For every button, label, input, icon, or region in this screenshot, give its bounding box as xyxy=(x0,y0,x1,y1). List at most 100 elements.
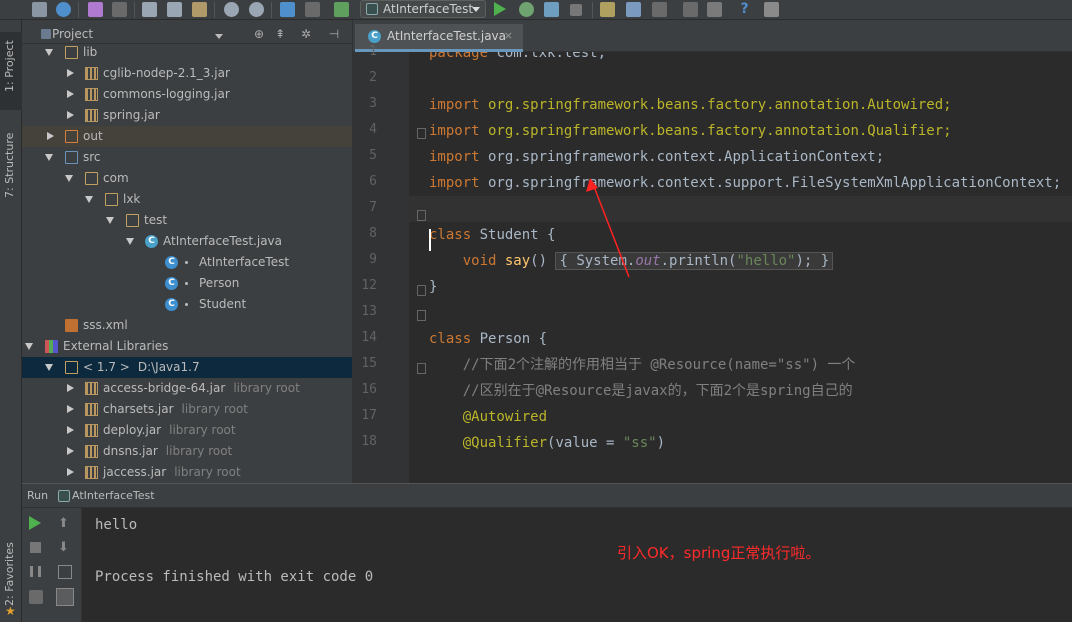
collapsed-icon[interactable] xyxy=(67,468,74,476)
tree-row-jdk[interactable]: < 1.7 > D:\Java1.7 xyxy=(22,357,352,378)
expanded-icon[interactable] xyxy=(106,217,114,224)
paste-icon[interactable] xyxy=(192,2,207,17)
expanded-icon[interactable] xyxy=(25,343,33,350)
fold-marker-icon[interactable] xyxy=(417,310,426,321)
tree-row-jar[interactable]: spring.jar xyxy=(22,105,352,126)
code-text: com.lxk.test; xyxy=(488,52,607,61)
stop-icon[interactable] xyxy=(570,4,582,16)
tree-row-class[interactable]: C AtInterfaceTest xyxy=(22,252,352,273)
code-line: } xyxy=(429,274,437,300)
soft-wrap-icon[interactable] xyxy=(58,565,72,579)
collapse-icon[interactable]: ⇞ xyxy=(274,28,286,40)
expanded-icon[interactable] xyxy=(126,238,134,245)
tree-row-class[interactable]: C Person xyxy=(22,273,352,294)
expanded-icon[interactable] xyxy=(65,175,73,182)
fold-marker-icon[interactable] xyxy=(417,363,426,374)
tree-row-library-jar[interactable]: jaccess.jar library root xyxy=(22,462,352,483)
fold-marker-icon[interactable] xyxy=(417,210,426,221)
expanded-icon[interactable] xyxy=(45,154,53,161)
locate-icon[interactable]: ⊕ xyxy=(253,28,265,40)
gear-icon[interactable]: ✲ xyxy=(300,28,312,40)
rerun-icon[interactable] xyxy=(29,516,41,530)
tree-row-library-jar[interactable]: dnsns.jar library root xyxy=(22,441,352,462)
tree-row-jar[interactable]: cglib-nodep-2.1_3.jar xyxy=(22,63,352,84)
settings-icon[interactable] xyxy=(600,2,615,17)
sync-icon[interactable] xyxy=(56,2,71,17)
lock-icon[interactable] xyxy=(683,2,698,17)
tree-row-src[interactable]: src xyxy=(22,147,352,168)
tree-row-package[interactable]: com xyxy=(22,168,352,189)
tree-row-library-jar[interactable]: deploy.jar library root xyxy=(22,420,352,441)
camera-icon[interactable] xyxy=(29,590,43,604)
code-line: @Autowired xyxy=(429,404,547,430)
save-icon[interactable] xyxy=(32,2,47,17)
scroll-up-icon[interactable]: ⬆ xyxy=(58,516,72,531)
cut-icon[interactable] xyxy=(142,2,157,17)
tree-row-library-jar[interactable]: charsets.jar library root xyxy=(22,399,352,420)
scroll-down-icon[interactable]: ⬇ xyxy=(58,540,72,555)
tree-row-library-jar[interactable]: access-bridge-64.jar library root xyxy=(22,378,352,399)
expanded-icon[interactable] xyxy=(45,364,53,371)
stop-icon[interactable] xyxy=(30,542,41,553)
build-icon[interactable] xyxy=(334,2,349,17)
folded-code-block[interactable]: { System.out.println("hello"); } xyxy=(555,252,834,270)
run-icon[interactable] xyxy=(494,2,506,16)
collapsed-icon[interactable] xyxy=(67,69,74,77)
tree-row-package[interactable]: test xyxy=(22,210,352,231)
tab-structure[interactable]: 7: Structure xyxy=(0,116,22,206)
collapsed-icon[interactable] xyxy=(67,405,74,413)
android-icon[interactable] xyxy=(707,2,722,17)
collapsed-icon[interactable] xyxy=(67,426,74,434)
collapsed-icon[interactable] xyxy=(67,90,74,98)
coverage-icon[interactable] xyxy=(544,2,559,17)
visibility-icon xyxy=(185,303,188,306)
visibility-icon xyxy=(185,261,188,264)
console-output[interactable]: hello Process finished with exit code 0 … xyxy=(82,508,1072,622)
redo-icon[interactable] xyxy=(112,2,127,17)
code-text: () xyxy=(530,253,556,269)
replace-icon[interactable] xyxy=(249,2,264,17)
forward-icon[interactable] xyxy=(305,2,320,17)
string-literal: "ss" xyxy=(622,435,657,451)
copy-icon[interactable] xyxy=(167,2,182,17)
project-panel-title: Project xyxy=(52,27,94,41)
collapsed-icon[interactable] xyxy=(67,384,74,392)
tab-project[interactable]: 1: Project xyxy=(0,32,22,110)
expand-fold-icon[interactable] xyxy=(417,285,426,296)
fold-marker-icon[interactable] xyxy=(417,128,426,139)
expanded-icon[interactable] xyxy=(45,49,53,56)
code-area[interactable]: package com.lxk.test; import org.springf… xyxy=(409,52,1072,483)
print-icon[interactable] xyxy=(56,588,74,606)
method-name: say xyxy=(504,253,531,269)
left-tool-strip: 1: Project 7: Structure 2: Favorites xyxy=(0,20,22,622)
find-icon[interactable] xyxy=(224,2,239,17)
undo-icon[interactable] xyxy=(88,2,103,17)
expanded-icon[interactable] xyxy=(85,196,93,203)
debug-icon[interactable] xyxy=(519,2,534,17)
back-icon[interactable] xyxy=(280,2,295,17)
chevron-down-icon[interactable] xyxy=(215,34,223,39)
tree-row-java-file[interactable]: C AtInterfaceTest.java xyxy=(22,231,352,252)
tree-row-class[interactable]: C Student xyxy=(22,294,352,315)
tab-atinterfacetest-java[interactable]: C AtInterfaceTest.java × xyxy=(355,24,523,52)
help-icon[interactable]: ? xyxy=(737,2,752,17)
close-icon[interactable]: × xyxy=(504,24,513,48)
tree-row-xml[interactable]: sss.xml xyxy=(22,315,352,336)
tree-label: charsets.jar library root xyxy=(103,399,248,420)
hide-icon[interactable]: ⊣ xyxy=(328,28,340,40)
collapsed-icon[interactable] xyxy=(67,447,74,455)
terminal-icon[interactable] xyxy=(764,2,779,17)
collapsed-icon[interactable] xyxy=(47,132,54,140)
tree-row-package[interactable]: lxk xyxy=(22,189,352,210)
tree-row-lib[interactable]: lib xyxy=(22,42,352,63)
tree-row-jar[interactable]: commons-logging.jar xyxy=(22,84,352,105)
pause-icon[interactable] xyxy=(30,566,41,577)
tree-row-out[interactable]: out xyxy=(22,126,352,147)
keyword: class xyxy=(429,227,472,243)
run-configuration-selector[interactable]: AtInterfaceTest xyxy=(360,0,486,18)
favorites-star-icon[interactable]: ★ xyxy=(5,604,16,618)
tree-row-external-libraries[interactable]: External Libraries xyxy=(22,336,352,357)
project-structure-icon[interactable] xyxy=(626,2,641,17)
sdk-icon[interactable] xyxy=(652,2,667,17)
collapsed-icon[interactable] xyxy=(67,111,74,119)
